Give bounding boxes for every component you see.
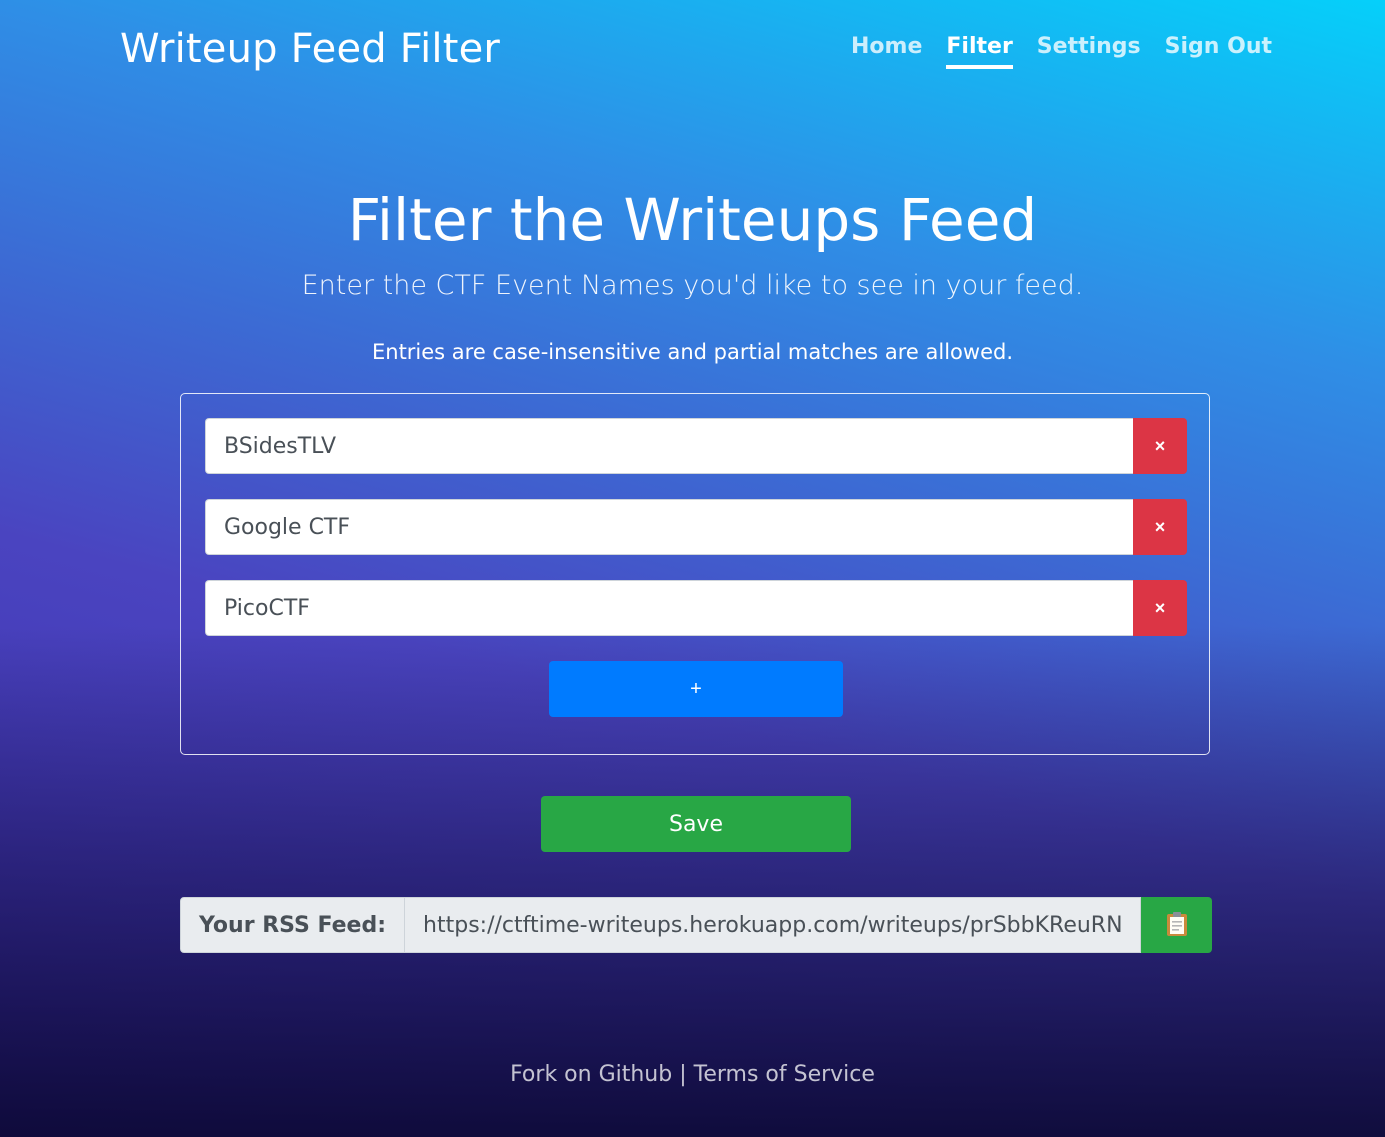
remove-entry-button[interactable]: ×: [1133, 499, 1187, 555]
rss-feed-url-field[interactable]: [405, 897, 1141, 953]
terms-of-service-link[interactable]: Terms of Service: [694, 1062, 875, 1087]
rss-feed-group: Your RSS Feed:: [180, 897, 1212, 953]
navbar: Writeup Feed Filter Home Filter Settings…: [0, 0, 1385, 100]
filter-entry-input[interactable]: [205, 580, 1133, 636]
page-note: Entries are case-insensitive and partial…: [371, 340, 1014, 364]
page-subtitle: Enter the CTF Event Names you'd like to …: [301, 270, 1084, 301]
rss-feed-label: Your RSS Feed:: [180, 897, 406, 953]
filter-entry-input[interactable]: [205, 418, 1133, 474]
page-title: Filter the Writeups Feed: [347, 186, 1038, 254]
add-entry-button[interactable]: +: [549, 661, 843, 717]
fork-on-github-link[interactable]: Fork on Github: [510, 1062, 672, 1087]
footer-separator: |: [679, 1062, 687, 1087]
nav-filter-link[interactable]: Filter: [946, 34, 1013, 69]
nav-settings-link[interactable]: Settings: [1037, 34, 1141, 69]
brand-title[interactable]: Writeup Feed Filter: [120, 26, 500, 72]
filter-entry: ×: [205, 418, 1187, 474]
filter-entry-input[interactable]: [205, 499, 1133, 555]
save-button[interactable]: Save: [541, 796, 851, 852]
nav-links: Home Filter Settings Sign Out: [851, 34, 1272, 69]
remove-entry-button[interactable]: ×: [1133, 418, 1187, 474]
remove-entry-button[interactable]: ×: [1133, 580, 1187, 636]
copy-url-button[interactable]: [1141, 897, 1212, 953]
nav-home-link[interactable]: Home: [851, 34, 922, 69]
filter-list-panel: × × × +: [180, 393, 1210, 755]
footer: Fork on Github | Terms of Service: [0, 1062, 1385, 1087]
filter-entry: ×: [205, 580, 1187, 636]
filter-entry: ×: [205, 499, 1187, 555]
clipboard-icon: [1166, 911, 1188, 940]
nav-sign-out-link[interactable]: Sign Out: [1165, 34, 1272, 69]
